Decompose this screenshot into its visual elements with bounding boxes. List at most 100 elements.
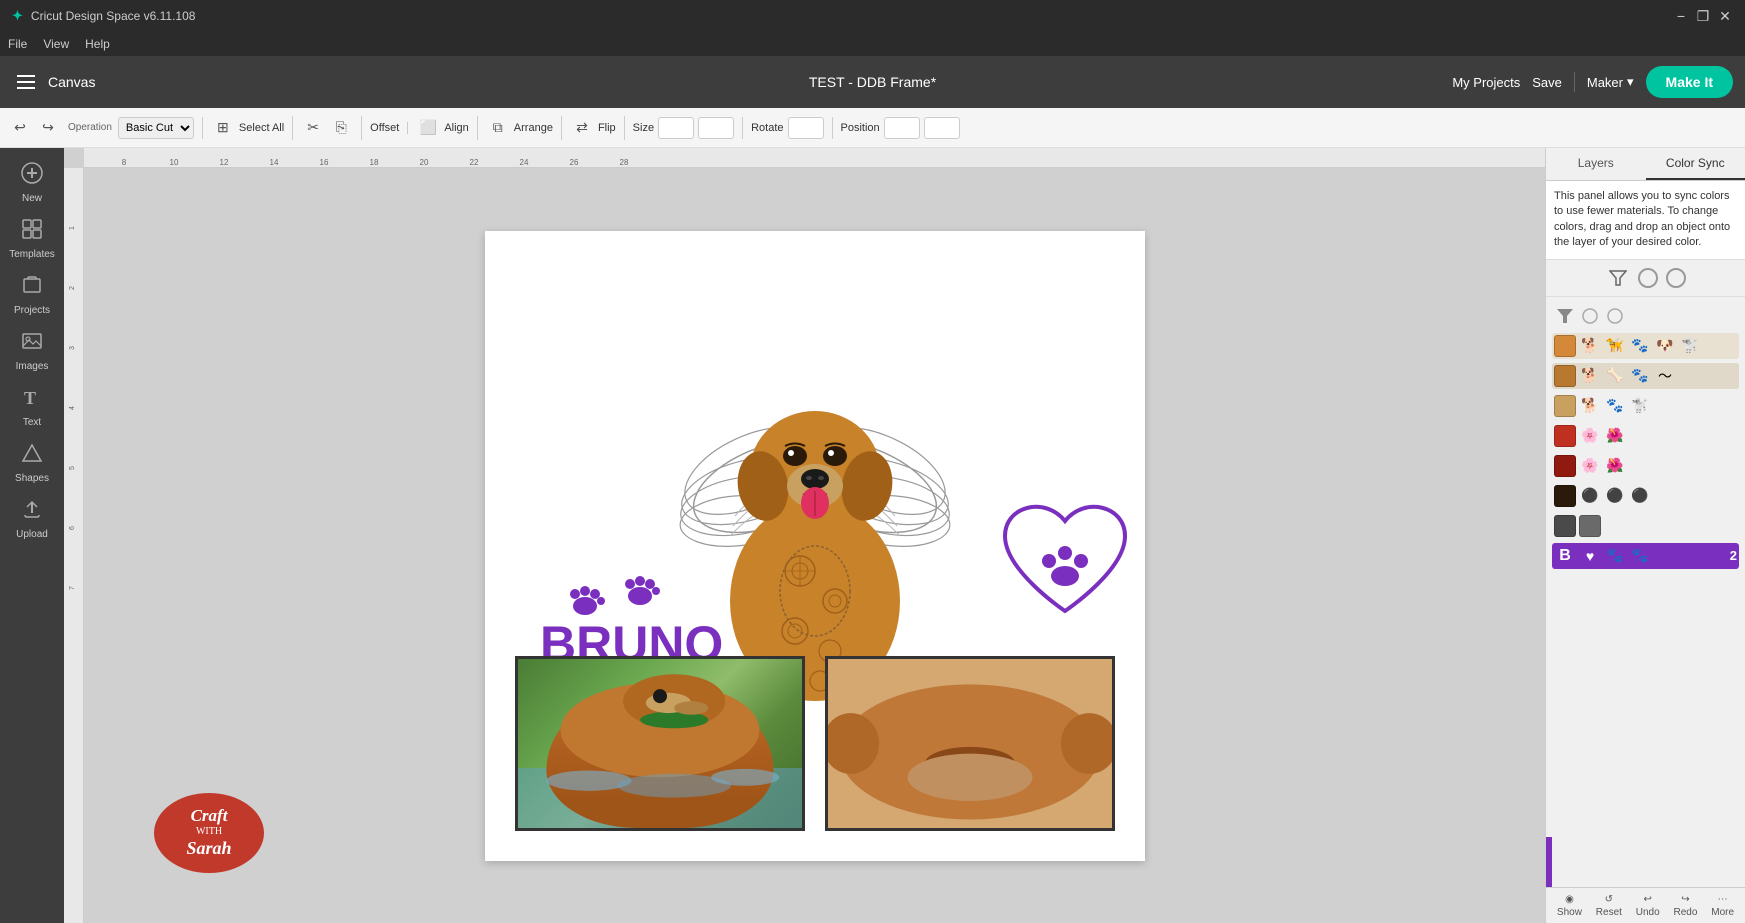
panel-bottom: ◉ Show ↺ Reset ↩ Undo ↪ Redo ⋯ More — [1546, 887, 1745, 923]
purple-heart-icon[interactable]: ♥ — [1579, 545, 1601, 567]
size-h-input[interactable] — [698, 117, 734, 139]
red2-icon-2[interactable]: 🌺 — [1604, 455, 1626, 477]
window-controls[interactable]: − ❐ ✕ — [1673, 8, 1733, 24]
photo-frame-1[interactable] — [515, 656, 805, 831]
reset-icon: ↺ — [1605, 894, 1613, 905]
ruler-mark: 26 — [570, 158, 579, 167]
color-swatch-gray1[interactable] — [1554, 515, 1576, 537]
purple-paw2-icon[interactable]: 🐾 — [1629, 545, 1651, 567]
operation-select[interactable]: Basic Cut — [118, 117, 194, 139]
panel-tabs: Layers Color Sync — [1546, 148, 1745, 181]
menu-file[interactable]: File — [8, 37, 27, 51]
save-button[interactable]: Save — [1532, 75, 1562, 90]
dog-icon-1[interactable]: 🐕 — [1579, 335, 1601, 357]
show-button[interactable]: ◉ Show — [1557, 894, 1582, 918]
photo-container — [515, 656, 1115, 831]
offset-label: Offset — [370, 122, 399, 134]
edit-copy-button[interactable]: ⎘ — [329, 116, 353, 140]
templates-label: Templates — [9, 249, 55, 260]
undo-button[interactable]: ↩ — [8, 116, 32, 140]
dark-icon-1[interactable]: ⚫ — [1579, 485, 1601, 507]
color-swatch-red2[interactable] — [1554, 455, 1576, 477]
make-it-button[interactable]: Make It — [1646, 66, 1733, 98]
minimize-button[interactable]: − — [1673, 8, 1689, 24]
color-swatch-tan[interactable] — [1554, 395, 1576, 417]
edit-button[interactable]: ✂ — [301, 116, 325, 140]
sidebar-item-new[interactable]: New — [4, 156, 60, 210]
dog-icon-5[interactable]: 🐩 — [1679, 335, 1701, 357]
dog-body-1[interactable]: 🐕 — [1579, 365, 1601, 387]
dark-icon-2[interactable]: ⚫ — [1604, 485, 1626, 507]
canvas-area[interactable]: 8 10 12 14 16 18 20 22 24 26 28 1 2 3 4 … — [64, 148, 1545, 923]
restore-button[interactable]: ❐ — [1695, 8, 1711, 24]
rotate-input[interactable] — [788, 117, 824, 139]
dog-icon-4[interactable]: 🐶 — [1654, 335, 1676, 357]
upload-label: Upload — [16, 529, 48, 540]
dog-body-3[interactable]: 🐾 — [1629, 365, 1651, 387]
circle-empty-2[interactable] — [1604, 305, 1626, 327]
reset-button[interactable]: ↺ Reset — [1596, 894, 1622, 918]
close-button[interactable]: ✕ — [1717, 8, 1733, 24]
flip-button[interactable]: ⇄ — [570, 116, 594, 140]
my-projects-button[interactable]: My Projects — [1452, 75, 1520, 90]
sidebar-item-images[interactable]: Images — [4, 324, 60, 378]
menu-view[interactable]: View — [43, 37, 69, 51]
filter-funnel-icon[interactable] — [1606, 266, 1630, 290]
select-all-button[interactable]: ⊞ — [211, 116, 235, 140]
dark-icon-3[interactable]: ⚫ — [1629, 485, 1651, 507]
dog-icon-2[interactable]: 🦮 — [1604, 335, 1626, 357]
sidebar-item-shapes[interactable]: Shapes — [4, 436, 60, 490]
position-x-input[interactable] — [884, 117, 920, 139]
craft-logo-sarah: Sarah — [186, 838, 231, 860]
dog-icon-3[interactable]: 🐾 — [1629, 335, 1651, 357]
purple-paw1-icon[interactable]: 🐾 — [1604, 545, 1626, 567]
shapes-label: Shapes — [15, 473, 49, 484]
filter-circle-2[interactable] — [1666, 268, 1686, 288]
shapes-icon — [21, 442, 43, 470]
position-y-input[interactable] — [924, 117, 960, 139]
panel-redo-button[interactable]: ↪ Redo — [1674, 894, 1698, 918]
tan-icon-3[interactable]: 🐩 — [1629, 395, 1651, 417]
sidebar-item-upload[interactable]: Upload — [4, 492, 60, 546]
sidebar-item-projects[interactable]: Projects — [4, 268, 60, 322]
tan-icon-2[interactable]: 🐾 — [1604, 395, 1626, 417]
text-label: Text — [23, 417, 41, 428]
circle-empty-1[interactable] — [1579, 305, 1601, 327]
photo-frame-2[interactable] — [825, 656, 1115, 831]
dog-tail-icon[interactable]: 〜 — [1654, 365, 1676, 387]
svg-text:5: 5 — [69, 466, 76, 470]
color-swatch-gray2[interactable] — [1579, 515, 1601, 537]
chevron-down-icon: ▾ — [1627, 74, 1634, 90]
arrange-button[interactable]: ⧉ — [486, 116, 510, 140]
menu-help[interactable]: Help — [85, 37, 110, 51]
panel-undo-button[interactable]: ↩ Undo — [1636, 894, 1660, 918]
color-swatch-dark[interactable] — [1554, 485, 1576, 507]
ruler-mark: 18 — [370, 158, 379, 167]
color-swatch-orange2[interactable] — [1554, 365, 1576, 387]
tab-layers[interactable]: Layers — [1546, 148, 1646, 180]
rotate-group: Rotate — [751, 117, 832, 139]
color-swatch-red1[interactable] — [1554, 425, 1576, 447]
purple-B-icon[interactable]: B — [1554, 545, 1576, 567]
hamburger-menu[interactable] — [12, 68, 40, 96]
red1-icon-1[interactable]: 🌸 — [1579, 425, 1601, 447]
sidebar-item-text[interactable]: T Text — [4, 380, 60, 434]
maker-button[interactable]: Maker ▾ — [1587, 74, 1634, 90]
dog-body-2[interactable]: 🦴 — [1604, 365, 1626, 387]
color-swatch-orange1[interactable] — [1554, 335, 1576, 357]
design-canvas[interactable]: BRUNO 2010 - 2021 — [485, 231, 1145, 861]
align-button[interactable]: ⬜ — [416, 116, 440, 140]
tan-icon-1[interactable]: 🐕 — [1579, 395, 1601, 417]
sidebar-item-templates[interactable]: Templates — [4, 212, 60, 266]
filter-circle-1[interactable] — [1638, 268, 1658, 288]
redo-button[interactable]: ↪ — [36, 116, 60, 140]
red1-icon-2[interactable]: 🌺 — [1604, 425, 1626, 447]
more-button[interactable]: ⋯ More — [1711, 894, 1734, 918]
size-w-input[interactable] — [658, 117, 694, 139]
red2-icon-1[interactable]: 🌸 — [1579, 455, 1601, 477]
canvas-content[interactable]: BRUNO 2010 - 2021 — [84, 168, 1545, 923]
photo2-svg — [828, 659, 1112, 828]
tab-color-sync[interactable]: Color Sync — [1646, 148, 1745, 180]
images-icon — [21, 330, 43, 358]
panel-redo-label: Redo — [1674, 907, 1698, 918]
